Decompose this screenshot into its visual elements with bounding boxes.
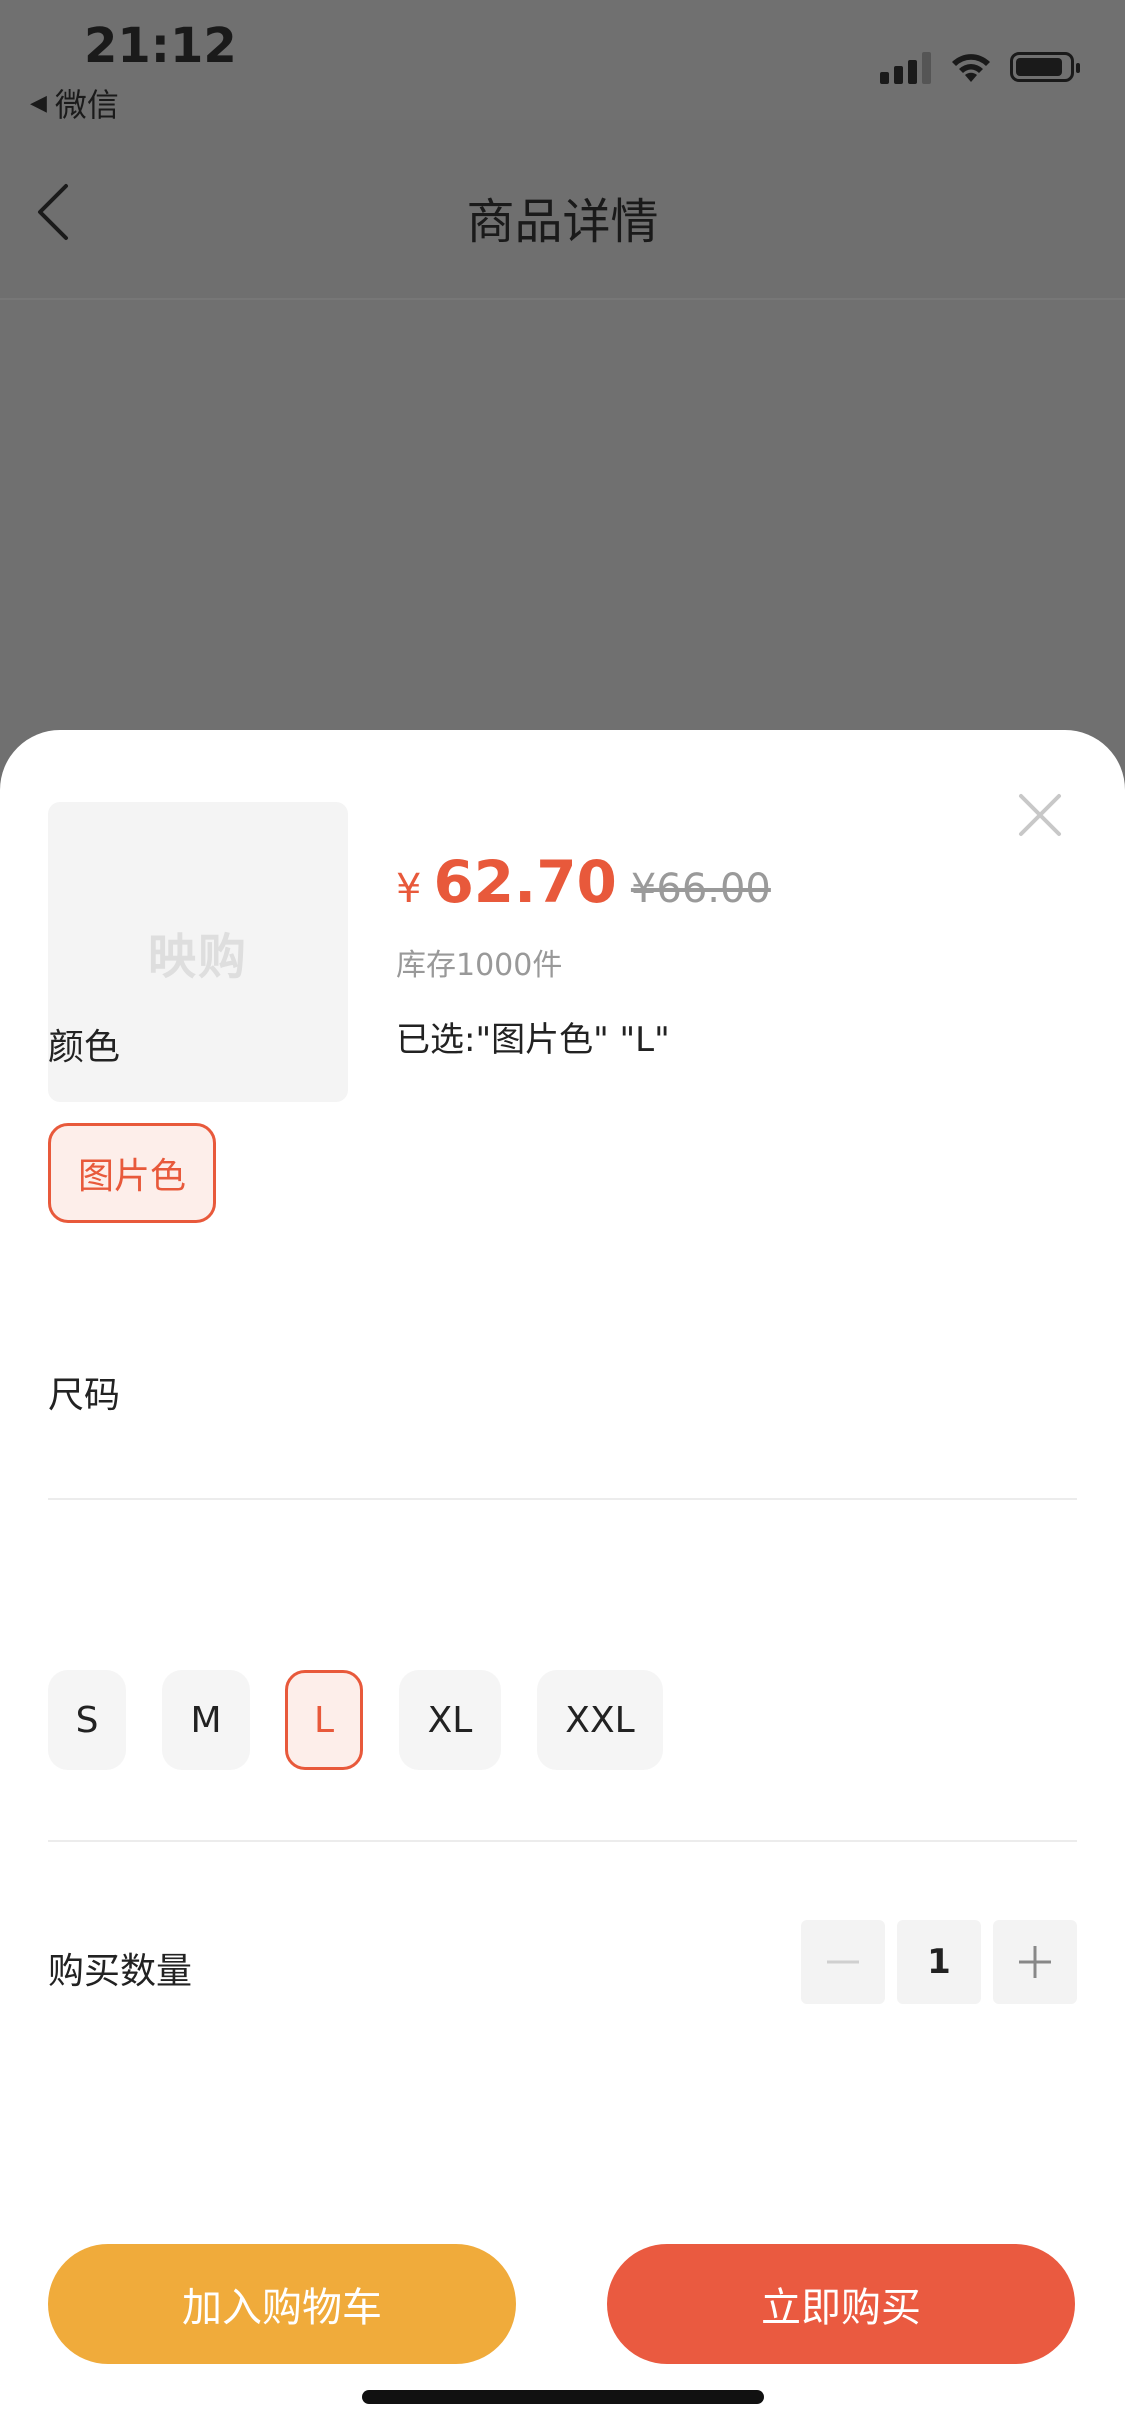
size-option-m[interactable]: M	[162, 1670, 250, 1770]
thumbnail-logo: 映购	[147, 929, 248, 985]
color-option-picture[interactable]: 图片色	[48, 1123, 216, 1223]
status-bar: 21:12 ◀ 微信	[0, 0, 1125, 124]
original-price: ¥66.00	[630, 866, 771, 912]
nav-bar: 商品详情	[0, 120, 1125, 300]
signal-icon	[880, 52, 931, 84]
plus-icon	[1019, 1946, 1051, 1978]
status-time: 21:12	[84, 18, 237, 74]
triangle-left-icon: ◀	[30, 90, 47, 116]
quantity-decrease-button[interactable]	[801, 1920, 885, 2004]
size-option-s[interactable]: S	[48, 1670, 126, 1770]
home-indicator[interactable]	[362, 2390, 764, 2404]
sku-selector-sheet: 映购 ¥ 62.70 ¥66.00 库存1000件 已选:"图片色" "L" 颜…	[0, 730, 1125, 2436]
quantity-value: 1	[927, 1942, 951, 1982]
divider-size	[48, 1840, 1077, 1842]
price-row: ¥ 62.70 ¥66.00	[396, 848, 771, 916]
divider-color	[48, 1498, 1077, 1500]
size-option-xl[interactable]: XL	[399, 1670, 501, 1770]
price-currency: ¥	[396, 866, 422, 912]
size-option-xxl[interactable]: XXL	[537, 1670, 663, 1770]
buy-now-button[interactable]: 立即购买	[607, 2244, 1075, 2364]
quantity-value-box[interactable]: 1	[897, 1920, 981, 2004]
add-to-cart-button[interactable]: 加入购物车	[48, 2244, 516, 2364]
wifi-icon	[952, 54, 990, 82]
minus-icon	[827, 1960, 859, 1964]
price: 62.70	[433, 848, 617, 916]
selected-summary: 已选:"图片色" "L"	[396, 1020, 670, 1060]
quantity-label: 购买数量	[48, 1951, 193, 1992]
color-section-label: 颜色	[48, 1027, 121, 1068]
battery-icon	[1010, 52, 1080, 82]
quantity-increase-button[interactable]	[993, 1920, 1077, 2004]
nav-divider	[0, 298, 1125, 300]
close-icon[interactable]	[1015, 790, 1065, 840]
stock-text: 库存1000件	[396, 948, 563, 983]
page-title: 商品详情	[466, 194, 659, 250]
size-option-l[interactable]: L	[285, 1670, 363, 1770]
size-section-label: 尺码	[48, 1375, 121, 1416]
